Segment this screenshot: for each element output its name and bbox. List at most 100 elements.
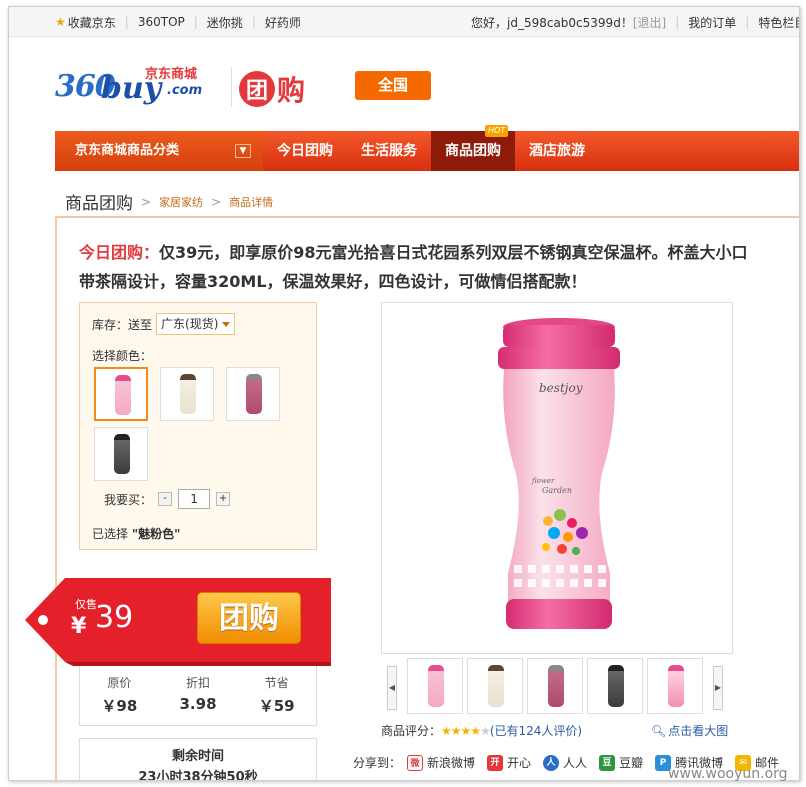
breadcrumb-separator-icon: >: [211, 194, 222, 209]
share-douban[interactable]: 豆 豆瓣: [599, 754, 643, 771]
cup-thumbnail: [115, 375, 131, 415]
chevron-left-icon[interactable]: ◀: [387, 666, 397, 710]
breadcrumb-detail[interactable]: 商品详情: [229, 194, 273, 210]
page-frame: ★ 收藏京东 | 360TOP | 迷你挑 | 好药师 您好，jd_598cab…: [8, 6, 800, 781]
share-douban-label: 豆瓣: [619, 756, 644, 770]
divider: |: [745, 15, 750, 29]
tab-today[interactable]: 今日团购: [263, 131, 347, 171]
site-logo[interactable]: 360 buy 京东商城 .com: [55, 63, 225, 111]
cup-thumbnail: [114, 434, 130, 474]
region-select-value: 广东(现货): [161, 317, 219, 331]
kaixin-icon: 开: [487, 754, 504, 771]
minus-button[interactable]: -: [158, 492, 173, 506]
logo-cn: 京东商城: [145, 67, 198, 82]
color-swatch-beige[interactable]: [160, 367, 214, 421]
stat-saving: 节省 ￥59: [237, 666, 316, 725]
thumbnail[interactable]: [647, 658, 703, 714]
price-stats: 原价 ￥98 折扣 3.98 节省 ￥59: [79, 666, 317, 726]
tuan-char: 团: [239, 71, 275, 107]
color-swatch-purple[interactable]: [226, 367, 280, 421]
color-label: 选择颜色：: [92, 349, 153, 363]
product-rating: 商品评分： ★★★★★ (已有124人评价): [381, 722, 582, 739]
cup-thumbnail: [548, 665, 564, 707]
stat-value: 3.98: [179, 695, 217, 713]
hot-badge: HOT: [485, 125, 509, 137]
divider: |: [251, 15, 256, 29]
options-panel: 库存：送至 广东(现货) 选择颜色： 我要买： - 1 + 已选择 "魅粉色": [79, 302, 317, 550]
cup-thumbnail: [180, 374, 196, 414]
share-weibo[interactable]: 微 新浪微博: [407, 754, 475, 771]
breadcrumb-category[interactable]: 家居家纺: [159, 194, 203, 210]
breadcrumb: 商品团购 > 家居家纺 > 商品详情: [65, 189, 273, 214]
thumbnail[interactable]: [587, 658, 643, 714]
thumbnail[interactable]: [467, 658, 523, 714]
price-value: 39: [95, 600, 134, 635]
countdown-value: 23小时38分钟50秒: [138, 770, 258, 781]
product-title: 今日团购：仅39元，即享原价98元富光拾喜日式花园系列双层不锈钢真空保温杯。杯盖…: [79, 238, 749, 296]
divider: |: [675, 15, 680, 29]
quantity-stepper: 我要买： - 1 +: [104, 489, 236, 509]
tab-hotel-travel[interactable]: 酒店旅游: [515, 131, 599, 171]
magnifier-icon: 🔍︎: [651, 723, 667, 738]
stat-label: 原价: [107, 676, 132, 690]
share-weibo-label: 新浪微博: [427, 756, 476, 770]
logout-link[interactable]: [退出]: [633, 14, 666, 31]
my-orders-link[interactable]: 我的订单: [688, 14, 736, 31]
cup-garden-text: Garden: [542, 486, 572, 495]
category-label: 京东商城商品分类: [75, 143, 180, 158]
chevron-right-icon[interactable]: ▶: [713, 666, 723, 710]
region-button[interactable]: 全国: [355, 71, 431, 100]
divider: |: [124, 15, 129, 29]
link-360top[interactable]: 360TOP: [138, 15, 185, 29]
countdown: 剩余时间 23小时38分钟50秒: [79, 738, 317, 781]
cup-thumbnail: [488, 665, 504, 707]
stat-original: 原价 ￥98: [80, 666, 159, 725]
group-buy-button[interactable]: 团购: [197, 592, 301, 644]
cup-flower-text: flower: [531, 477, 555, 485]
category-menu[interactable]: 京东商城商品分类 ▼: [55, 131, 263, 171]
currency-symbol: ¥: [71, 614, 87, 639]
tab-product-group[interactable]: 商品团购: [431, 131, 515, 171]
share-kaixin-label: 开心: [507, 756, 532, 770]
selected-value: "魅粉色": [131, 527, 181, 541]
stat-value: ￥59: [258, 697, 295, 715]
breadcrumb-separator-icon: >: [141, 194, 152, 209]
link-pharmacy[interactable]: 好药师: [265, 14, 301, 31]
share-label: 分享到：: [353, 756, 402, 770]
cup-thumbnail: [668, 665, 684, 707]
logo-divider: [231, 67, 232, 107]
quantity-label: 我要买：: [104, 492, 153, 507]
stock-label: 库存：送至: [92, 317, 153, 332]
product-main-image[interactable]: bestjoy flower Garden: [381, 302, 733, 654]
quantity-input[interactable]: 1: [178, 489, 211, 509]
breadcrumb-main: 商品团购: [65, 194, 133, 214]
cup-thumbnail: [608, 665, 624, 707]
link-mini[interactable]: 迷你挑: [207, 14, 243, 31]
plus-button[interactable]: +: [216, 492, 231, 506]
review-count-link[interactable]: (已有124人评价): [490, 722, 582, 739]
share-renren-label: 人人: [563, 756, 588, 770]
product-box: 今日团购：仅39元，即享原价98元富光拾喜日式花园系列双层不锈钢真空保温杯。杯盖…: [25, 216, 799, 781]
share-renren[interactable]: 人 人人: [543, 754, 587, 771]
color-swatch-pink[interactable]: [94, 367, 148, 421]
thumbnail[interactable]: [527, 658, 583, 714]
chevron-down-icon[interactable]: ▼: [235, 144, 251, 158]
tuangou-logo[interactable]: 团 购: [239, 69, 305, 109]
renren-icon: 人: [543, 754, 560, 771]
favorite-link[interactable]: 收藏京东: [68, 14, 116, 31]
stat-label: 节省: [264, 676, 289, 690]
gou-char: 购: [277, 74, 306, 107]
special-columns-link[interactable]: 特色栏目: [758, 14, 799, 31]
cup-thumbnail: [428, 665, 444, 707]
countdown-label: 剩余时间: [171, 749, 224, 764]
share-kaixin[interactable]: 开 开心: [487, 754, 531, 771]
douban-icon: 豆: [599, 754, 616, 771]
color-swatch-black[interactable]: [94, 427, 148, 481]
tab-life-services[interactable]: 生活服务: [347, 131, 431, 171]
region-select[interactable]: 广东(现货): [156, 313, 236, 335]
main-nav: 京东商城商品分类 ▼ 今日团购 生活服务 商品团购 酒店旅游 HOT: [55, 125, 799, 171]
star-icon: ★: [55, 15, 66, 29]
divider: |: [193, 15, 198, 29]
thumbnail[interactable]: [407, 658, 463, 714]
view-large-image[interactable]: 🔍︎ 点击看大图: [651, 722, 728, 739]
